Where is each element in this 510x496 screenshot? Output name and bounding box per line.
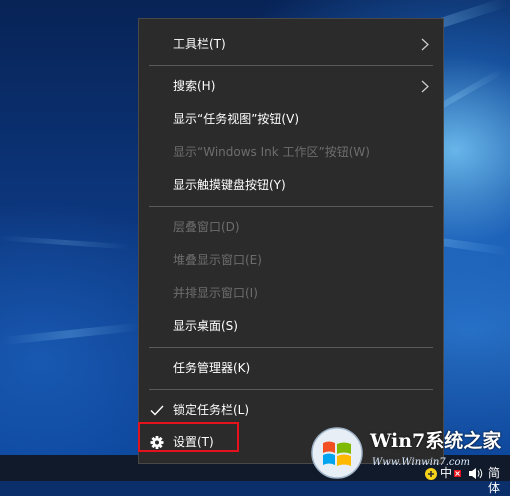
taskbar-context-menu: 工具栏(T) 搜索(H) 显示“任务视图”按钮(V) 显示“Windows In… [138,18,444,464]
menu-item-label: 显示“任务视图”按钮(V) [173,112,300,126]
ime-indicator[interactable]: 简体 [488,466,510,495]
menu-item-toolbars[interactable]: 工具栏(T) [139,28,443,61]
menu-item-show-touch-keyboard[interactable]: 显示触摸键盘按钮(Y) [139,169,443,202]
tray-network-label[interactable]: 中 [440,466,452,481]
settings-highlight-box [138,422,239,452]
menu-item-label: 搜索(H) [173,79,216,93]
chevron-right-icon [419,70,431,103]
menu-separator [149,347,433,348]
watermark-brand: Win7系统之家 [370,430,501,452]
menu-item-label: 显示桌面(S) [173,319,238,333]
watermark-brand-suffix: 系统之家 [425,430,502,452]
menu-separator [149,206,433,207]
watermark-brand-main: Win7 [370,430,426,452]
menu-item-show-task-view[interactable]: 显示“任务视图”按钮(V) [139,103,443,136]
menu-item-stack-windows: 堆叠显示窗口(E) [139,244,443,277]
menu-item-label: 层叠窗口(D) [173,220,240,234]
menu-item-label: 显示“Windows Ink 工作区”按钮(W) [173,145,370,159]
menu-item-search[interactable]: 搜索(H) [139,70,443,103]
menu-item-label: 任务管理器(K) [173,361,251,375]
chevron-right-icon [419,28,431,61]
network-icon[interactable] [424,466,438,481]
menu-separator [149,389,433,390]
menu-item-show-desktop[interactable]: 显示桌面(S) [139,310,443,343]
menu-item-label: 工具栏(T) [173,37,226,51]
warning-badge-icon [454,466,462,481]
menu-item-label: 显示触摸键盘按钮(Y) [173,178,286,192]
menu-item-cascade-windows: 层叠窗口(D) [139,211,443,244]
menu-item-label: 堆叠显示窗口(E) [173,253,262,267]
volume-icon[interactable] [468,466,484,481]
menu-separator [149,65,433,66]
menu-item-side-by-side-windows: 并排显示窗口(I) [139,277,443,310]
menu-item-label: 并排显示窗口(I) [173,286,258,300]
menu-item-task-manager[interactable]: 任务管理器(K) [139,352,443,385]
menu-item-show-windows-ink: 显示“Windows Ink 工作区”按钮(W) [139,136,443,169]
windows-logo-icon [310,426,364,480]
